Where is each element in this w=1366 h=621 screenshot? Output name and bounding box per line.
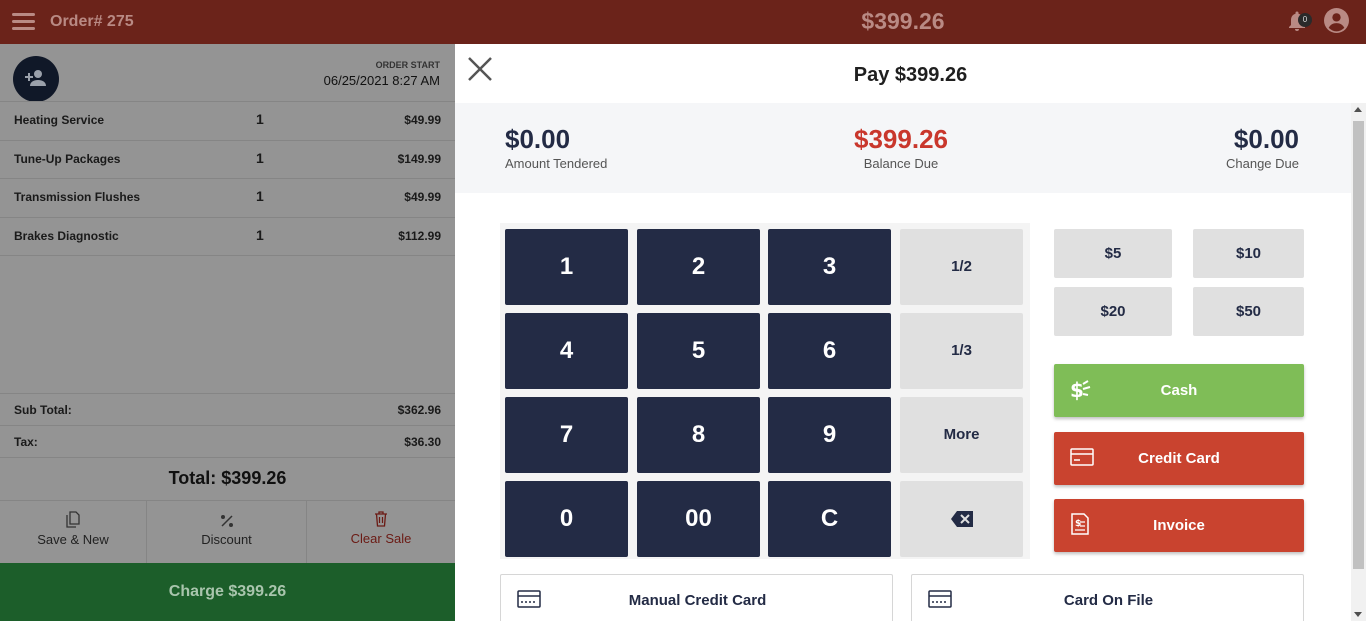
add-person-icon: [25, 70, 46, 86]
item-price: $49.99: [404, 190, 441, 204]
change-due-label: Change Due: [1226, 156, 1299, 171]
order-panel: ORDER START 06/25/2021 8:27 AM Heating S…: [0, 44, 455, 621]
key-0[interactable]: 0: [505, 481, 628, 557]
key-half[interactable]: 1/2: [900, 229, 1023, 305]
key-backspace[interactable]: [900, 481, 1023, 557]
amount-tendered-label: Amount Tendered: [505, 156, 608, 171]
user-icon[interactable]: [1324, 8, 1349, 33]
key-8[interactable]: 8: [637, 397, 760, 473]
key-5[interactable]: 5: [637, 313, 760, 389]
order-items-list: Heating Service 1 $49.99 Tune-Up Package…: [0, 101, 455, 256]
invoice-label: Invoice: [1153, 517, 1205, 534]
card-on-file-label: Card On File: [1063, 592, 1154, 609]
item-qty: 1: [256, 188, 264, 204]
key-6[interactable]: 6: [768, 313, 891, 389]
item-qty: 1: [256, 149, 264, 166]
order-item[interactable]: Transmission Flushes 1 $49.99: [0, 179, 455, 218]
backspace-icon: [950, 511, 973, 528]
order-total: Total: $399.26: [168, 468, 287, 488]
key-clear[interactable]: C: [768, 481, 891, 557]
clear-sale-button[interactable]: Clear Sale: [307, 501, 455, 564]
divider: [0, 393, 455, 394]
key-7[interactable]: 7: [505, 397, 628, 473]
key-3[interactable]: 3: [768, 229, 891, 305]
cash-button[interactable]: $ Cash: [1054, 364, 1304, 417]
order-start-label: ORDER START: [375, 60, 440, 70]
subtotal-value: $362.96: [397, 403, 441, 417]
key-4[interactable]: 4: [505, 313, 628, 389]
svg-text:$: $: [1070, 378, 1084, 402]
quick-5-button[interactable]: $5: [1054, 229, 1172, 278]
scrollbar[interactable]: [1351, 103, 1366, 621]
key-00[interactable]: 00: [637, 481, 760, 557]
change-due-value: $0.00: [1233, 124, 1299, 154]
order-item[interactable]: Heating Service 1 $49.99: [0, 102, 455, 141]
cash-label: Cash: [1160, 382, 1198, 399]
scroll-down-icon[interactable]: [1354, 612, 1362, 617]
key-1[interactable]: 1: [505, 229, 628, 305]
credit-card-icon: [1070, 448, 1094, 466]
item-qty: 1: [256, 111, 264, 127]
payment-title: Pay $399.26: [853, 64, 968, 86]
save-new-button[interactable]: Save & New: [0, 501, 147, 564]
credit-card-label: Credit Card: [1138, 450, 1220, 467]
payment-modal: Pay $399.26 $0.00 Amount Tendered $399.2…: [455, 44, 1366, 621]
order-start-value: 06/25/2021 8:27 AM: [323, 73, 440, 88]
quick-10-button[interactable]: $10: [1193, 229, 1304, 278]
item-price: $49.99: [404, 113, 441, 127]
top-bar: Order# 275 $399.26 0: [0, 0, 1366, 44]
notification-badge: 0: [1298, 13, 1312, 27]
item-price: $149.99: [397, 151, 441, 166]
key-2[interactable]: 2: [637, 229, 760, 305]
percent-icon: [220, 515, 233, 527]
scroll-thumb[interactable]: [1353, 121, 1364, 569]
invoice-button[interactable]: $ Invoice: [1054, 499, 1304, 552]
credit-card-button[interactable]: Credit Card: [1054, 432, 1304, 485]
trash-icon: [375, 511, 387, 527]
amount-tendered-value: $0.00: [505, 124, 571, 154]
header-total: $399.26: [861, 8, 945, 34]
tax-value: $36.30: [404, 435, 441, 449]
divider: [0, 425, 455, 426]
discount-label: Discount: [201, 532, 252, 547]
card-on-file-button[interactable]: Card On File: [911, 574, 1304, 621]
quick-20-button[interactable]: $20: [1054, 287, 1172, 336]
scroll-up-icon[interactable]: [1354, 107, 1362, 112]
numpad: 1 2 3 1/2 4 5 6 1/3 7 8 9 More 0 00 C: [500, 223, 1030, 559]
balance-due-label: Balance Due: [863, 156, 939, 171]
payment-summary: $0.00 Amount Tendered $399.26 Balance Du…: [455, 103, 1351, 193]
item-price: $112.99: [398, 228, 441, 243]
key-more[interactable]: More: [900, 397, 1023, 473]
discount-button[interactable]: Discount: [147, 501, 307, 564]
subtotal-label: Sub Total:: [14, 403, 72, 417]
order-item[interactable]: Tune-Up Packages 1 $149.99: [0, 141, 455, 179]
divider: [0, 457, 455, 458]
balance-due-value: $399.26: [854, 124, 948, 154]
tax-label: Tax:: [14, 435, 38, 449]
key-9[interactable]: 9: [768, 397, 891, 473]
item-name: Brakes Diagnostic: [14, 228, 119, 243]
save-new-label: Save & New: [37, 532, 109, 547]
order-item[interactable]: Brakes Diagnostic 1 $112.99: [0, 218, 455, 256]
key-third[interactable]: 1/3: [900, 313, 1023, 389]
item-name: Heating Service: [14, 113, 105, 127]
invoice-icon: $: [1071, 513, 1089, 535]
add-customer-button[interactable]: [13, 56, 59, 102]
manual-credit-card-label: Manual Credit Card: [628, 592, 767, 609]
manual-credit-card-button[interactable]: Manual Credit Card: [500, 574, 893, 621]
clear-sale-label: Clear Sale: [350, 531, 412, 546]
item-qty: 1: [256, 226, 264, 243]
order-actions: Save & New Discount Clear Sale: [0, 500, 455, 564]
quick-50-button[interactable]: $50: [1193, 287, 1304, 336]
item-name: Tune-Up Packages: [14, 151, 121, 166]
cash-icon: $: [1070, 378, 1091, 402]
svg-text:$: $: [1075, 519, 1081, 529]
item-name: Transmission Flushes: [14, 190, 141, 204]
charge-button[interactable]: Charge $399.26: [0, 563, 455, 621]
document-icon: [66, 511, 80, 528]
